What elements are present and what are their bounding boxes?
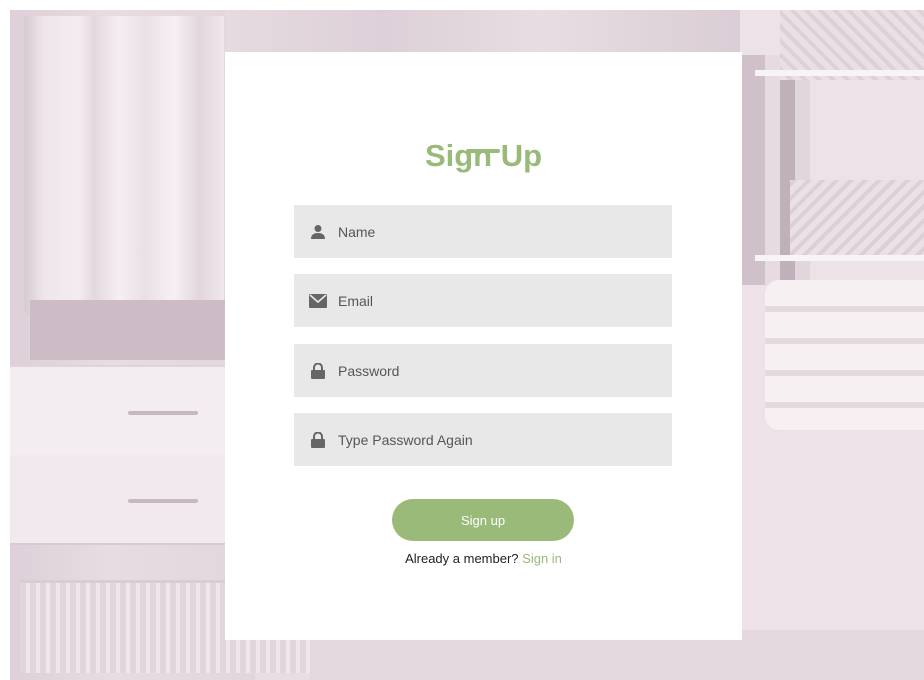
signin-prompt: Already a member? Sign in bbox=[225, 551, 742, 566]
background-drawer-handle bbox=[128, 411, 198, 415]
background-hanging-clothes bbox=[24, 16, 224, 316]
background-hangers bbox=[225, 10, 755, 55]
signin-link[interactable]: Sign in bbox=[522, 551, 562, 566]
background-drawer-handle bbox=[128, 499, 198, 503]
background-drawer bbox=[10, 365, 230, 457]
signup-button[interactable]: Sign up bbox=[392, 499, 574, 541]
envelope-icon bbox=[309, 292, 327, 310]
background-folded-pillows bbox=[765, 280, 924, 430]
background-drawer bbox=[10, 455, 230, 545]
password-field[interactable] bbox=[294, 344, 672, 397]
background-storage-box bbox=[790, 180, 924, 260]
background-shelf-edge bbox=[755, 70, 924, 76]
background-shelf-edge bbox=[755, 255, 924, 261]
email-field[interactable] bbox=[294, 274, 672, 327]
confirm-password-input[interactable] bbox=[338, 424, 658, 455]
email-input[interactable] bbox=[338, 285, 658, 316]
member-prompt-text: Already a member? bbox=[405, 551, 519, 566]
name-field[interactable] bbox=[294, 205, 672, 258]
page-title: Sign Up bbox=[424, 138, 543, 173]
name-input[interactable] bbox=[338, 216, 658, 247]
background-shelf bbox=[30, 300, 230, 360]
password-input[interactable] bbox=[338, 355, 658, 386]
lock-icon bbox=[309, 431, 327, 449]
user-icon bbox=[309, 223, 327, 241]
confirm-password-field[interactable] bbox=[294, 413, 672, 466]
lock-icon bbox=[309, 362, 327, 380]
title-underline bbox=[466, 149, 500, 153]
signup-card: Sign Up Name Email Sign up Already a mem… bbox=[225, 52, 742, 640]
